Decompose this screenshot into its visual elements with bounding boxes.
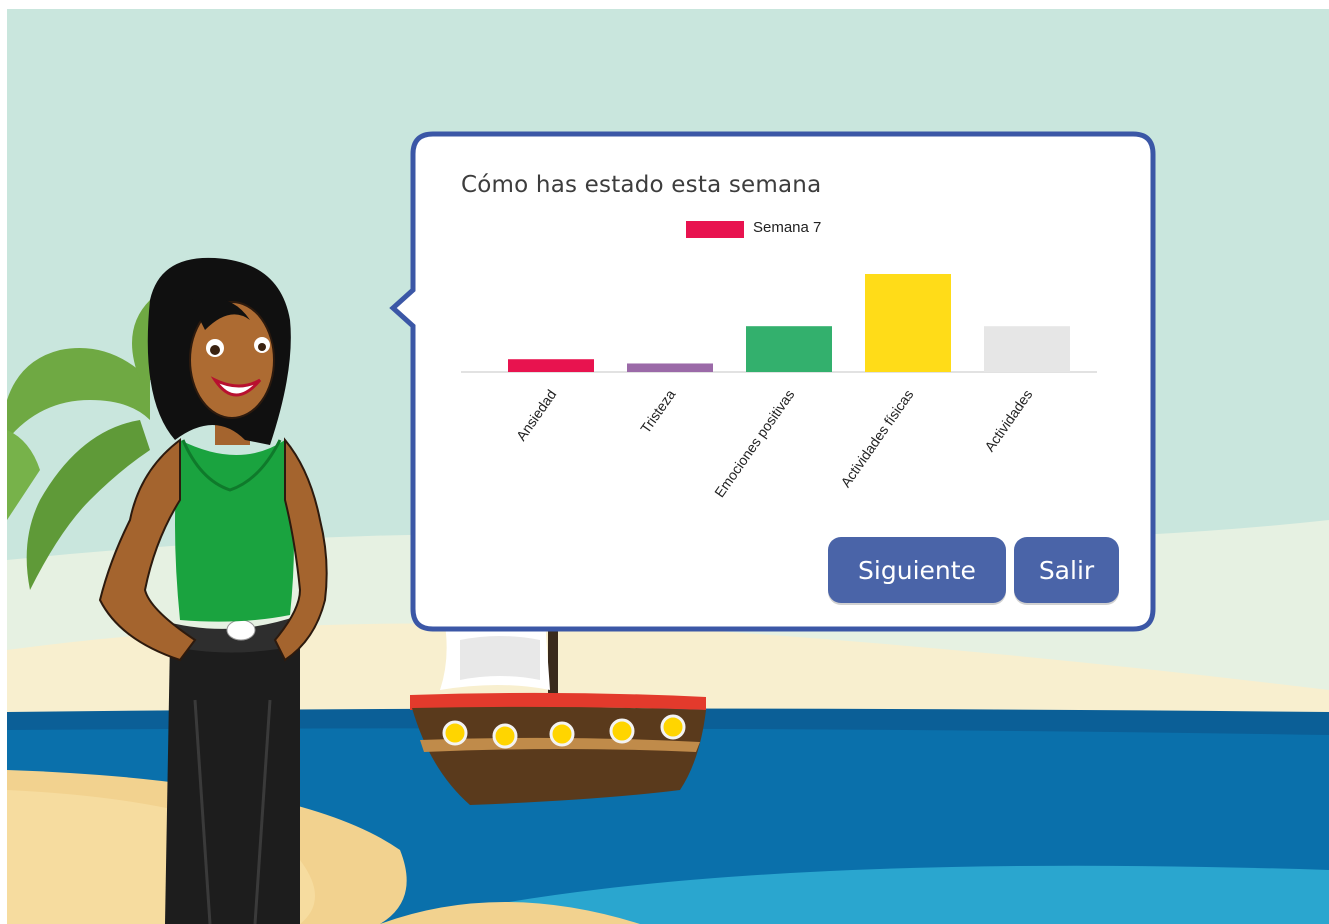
x-tick-label: Actividades físicas: [837, 387, 916, 491]
x-tick-label: Emociones positivas: [711, 387, 797, 501]
next-button[interactable]: Siguiente: [828, 537, 1006, 603]
x-tick-label: Actividades: [981, 387, 1035, 455]
bar-3: [746, 326, 832, 372]
x-tick-label: Ansiedad: [513, 387, 560, 444]
question-dialog: Cómo has estado esta semana Semana 7 Ans…: [411, 132, 1155, 631]
x-tick-label: Tristeza: [637, 386, 678, 436]
bar-4: [865, 274, 951, 372]
exit-button[interactable]: Salir: [1014, 537, 1119, 603]
bar-5: [984, 326, 1070, 372]
bar-2: [627, 363, 713, 372]
bar-1: [508, 359, 594, 372]
